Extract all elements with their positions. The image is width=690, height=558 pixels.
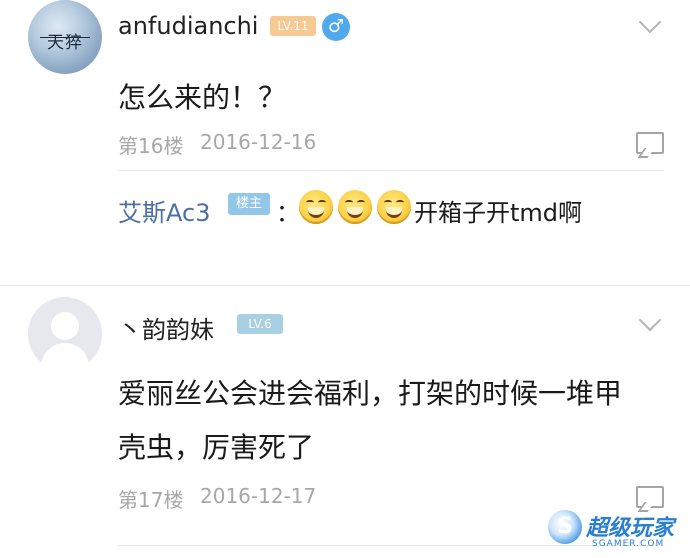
username[interactable]: 丶韵韵妹	[118, 310, 214, 345]
sgamer-logo-icon: S	[548, 510, 582, 544]
watermark-title: 超级玩家	[586, 516, 675, 541]
comment-content-line: 爱丽丝公会进会福利，打架的时候一堆甲	[118, 377, 623, 410]
username[interactable]: anfudianchi	[118, 12, 258, 40]
divider	[118, 545, 663, 546]
laugh-emoji-icon	[377, 190, 411, 224]
floor-number: 第16楼	[118, 134, 184, 158]
comment-content: 怎么来的！？	[118, 81, 287, 114]
chevron-down-icon[interactable]	[638, 10, 662, 34]
male-gender-icon: ♂	[322, 13, 350, 41]
avatar[interactable]	[28, 297, 102, 371]
avatar[interactable]: 天猝	[28, 0, 102, 74]
watermark-subtitle: SGAMER.COM	[592, 539, 665, 549]
chevron-down-icon[interactable]	[638, 308, 662, 332]
level-badge: LV.11	[270, 16, 316, 36]
divider	[118, 170, 663, 171]
reply-text: 开箱子开tmd啊	[414, 199, 583, 227]
laugh-emoji-icon	[338, 190, 372, 224]
default-avatar-icon	[51, 312, 79, 340]
divider	[0, 285, 690, 286]
comment-date: 2016-12-17	[200, 484, 317, 508]
laugh-emoji-icon	[299, 190, 333, 224]
avatar-text: 天猝	[47, 33, 83, 53]
reply-comment-icon[interactable]	[636, 132, 664, 154]
comment-date: 2016-12-16	[200, 130, 317, 154]
floor-number: 第17楼	[118, 488, 184, 512]
reply-separator: ：	[276, 199, 300, 227]
comment-content-line: 壳虫，厉害死了	[118, 431, 315, 464]
op-badge: 楼主	[228, 193, 270, 215]
reply-comment-icon[interactable]	[636, 486, 664, 508]
level-badge: LV.6	[237, 314, 283, 334]
reply-author-name[interactable]: 艾斯Ac3	[118, 193, 210, 228]
